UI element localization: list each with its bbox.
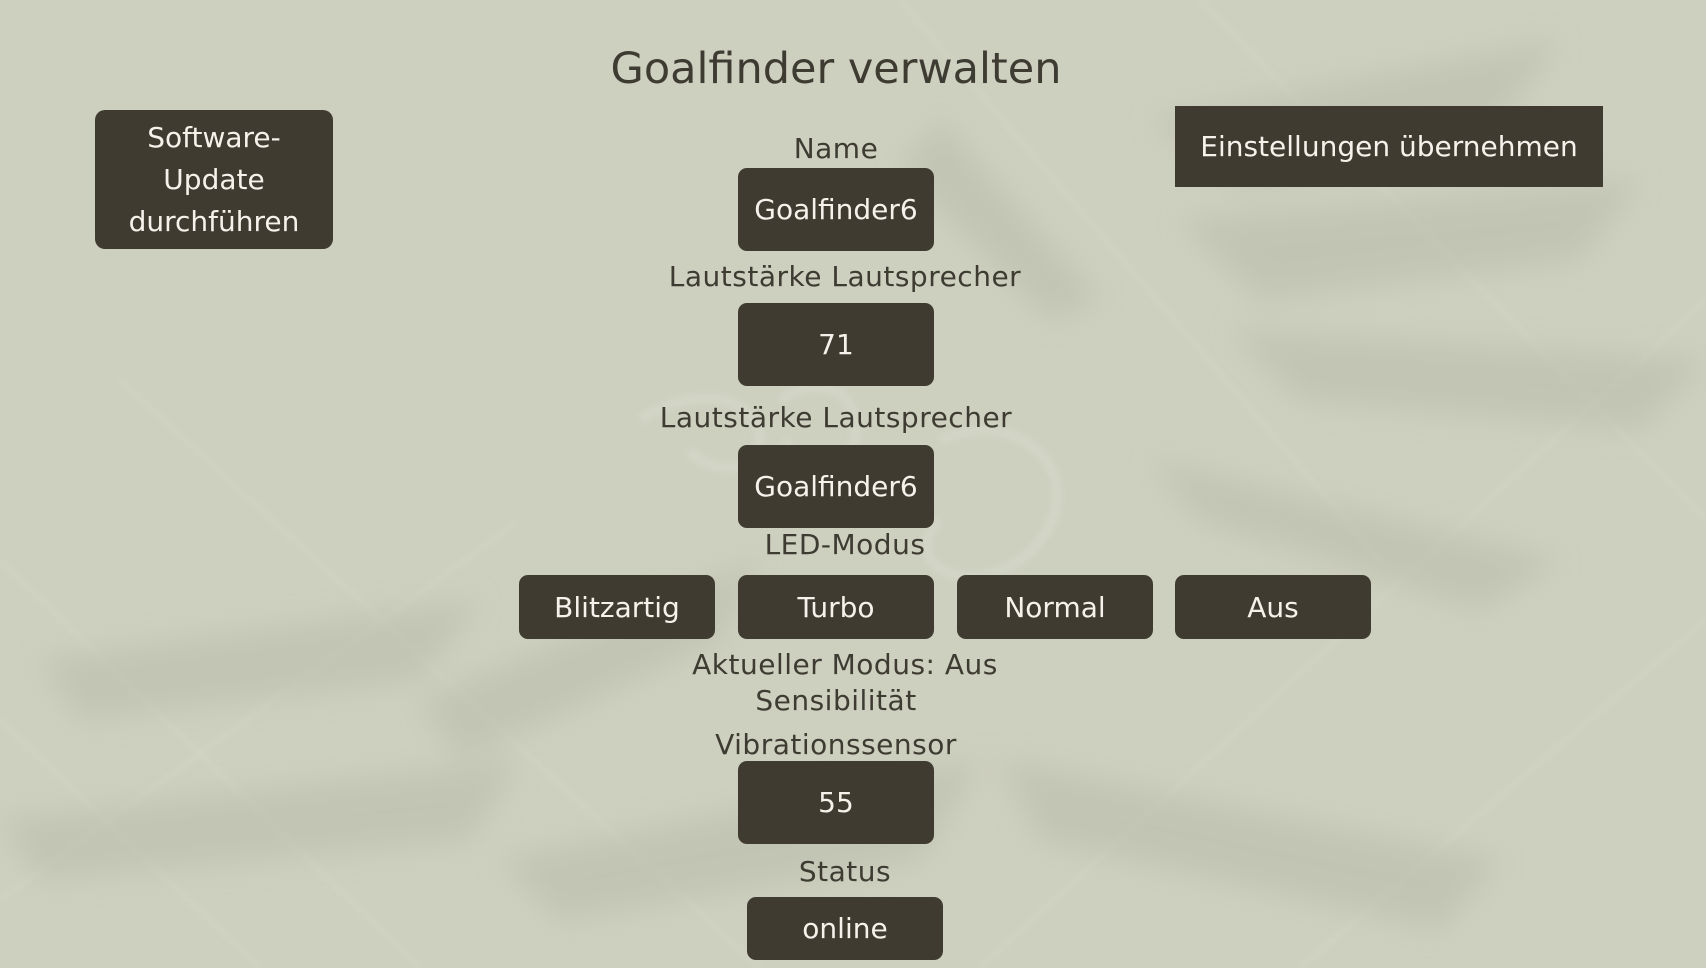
apply-settings-button[interactable]: Einstellungen übernehmen <box>1175 106 1603 187</box>
status-label: Status <box>798 855 892 888</box>
speaker-volume-value-2: Goalfinder6 <box>754 470 918 503</box>
led-mode-blitzartig-label: Blitzartig <box>554 590 680 624</box>
software-update-label-line1: Software- <box>147 120 281 154</box>
led-mode-normal-button[interactable]: Normal <box>957 575 1153 639</box>
led-mode-blitzartig-button[interactable]: Blitzartig <box>519 575 715 639</box>
software-update-label-line2: Update <box>163 162 265 196</box>
led-mode-normal-label: Normal <box>1004 590 1106 624</box>
status-field[interactable]: online <box>747 897 943 960</box>
speaker-volume-label: Lautstärke Lautsprecher <box>668 260 1022 293</box>
current-mode-text: Aktueller Modus: Aus <box>692 648 998 681</box>
speaker-volume-field[interactable]: 71 <box>738 303 934 386</box>
vibration-sensor-label: Vibrationssensor <box>715 728 957 761</box>
vibration-sensor-field[interactable]: 55 <box>738 761 934 844</box>
speaker-volume-value: 71 <box>818 328 854 361</box>
name-label: Name <box>793 132 879 165</box>
software-update-label-line3: durchführen <box>128 204 300 238</box>
led-mode-turbo-label: Turbo <box>797 590 875 624</box>
status-value: online <box>802 912 888 945</box>
speaker-volume-label-2: Lautstärke Lautsprecher <box>659 401 1013 434</box>
name-value: Goalfinder6 <box>754 193 918 226</box>
apply-settings-label: Einstellungen übernehmen <box>1200 130 1578 163</box>
led-mode-aus-button[interactable]: Aus <box>1175 575 1371 639</box>
led-mode-label: LED-Modus <box>764 528 926 561</box>
sensitivity-label: Sensibilität <box>755 684 917 717</box>
led-mode-aus-label: Aus <box>1247 590 1299 624</box>
led-mode-turbo-button[interactable]: Turbo <box>738 575 934 639</box>
speaker-volume-field-2[interactable]: Goalfinder6 <box>738 445 934 528</box>
vibration-sensor-value: 55 <box>818 786 854 819</box>
software-update-button[interactable]: Software- Update durchführen <box>95 110 333 249</box>
page-title: Goalfinder verwalten <box>610 44 1062 94</box>
name-field[interactable]: Goalfinder6 <box>738 168 934 251</box>
